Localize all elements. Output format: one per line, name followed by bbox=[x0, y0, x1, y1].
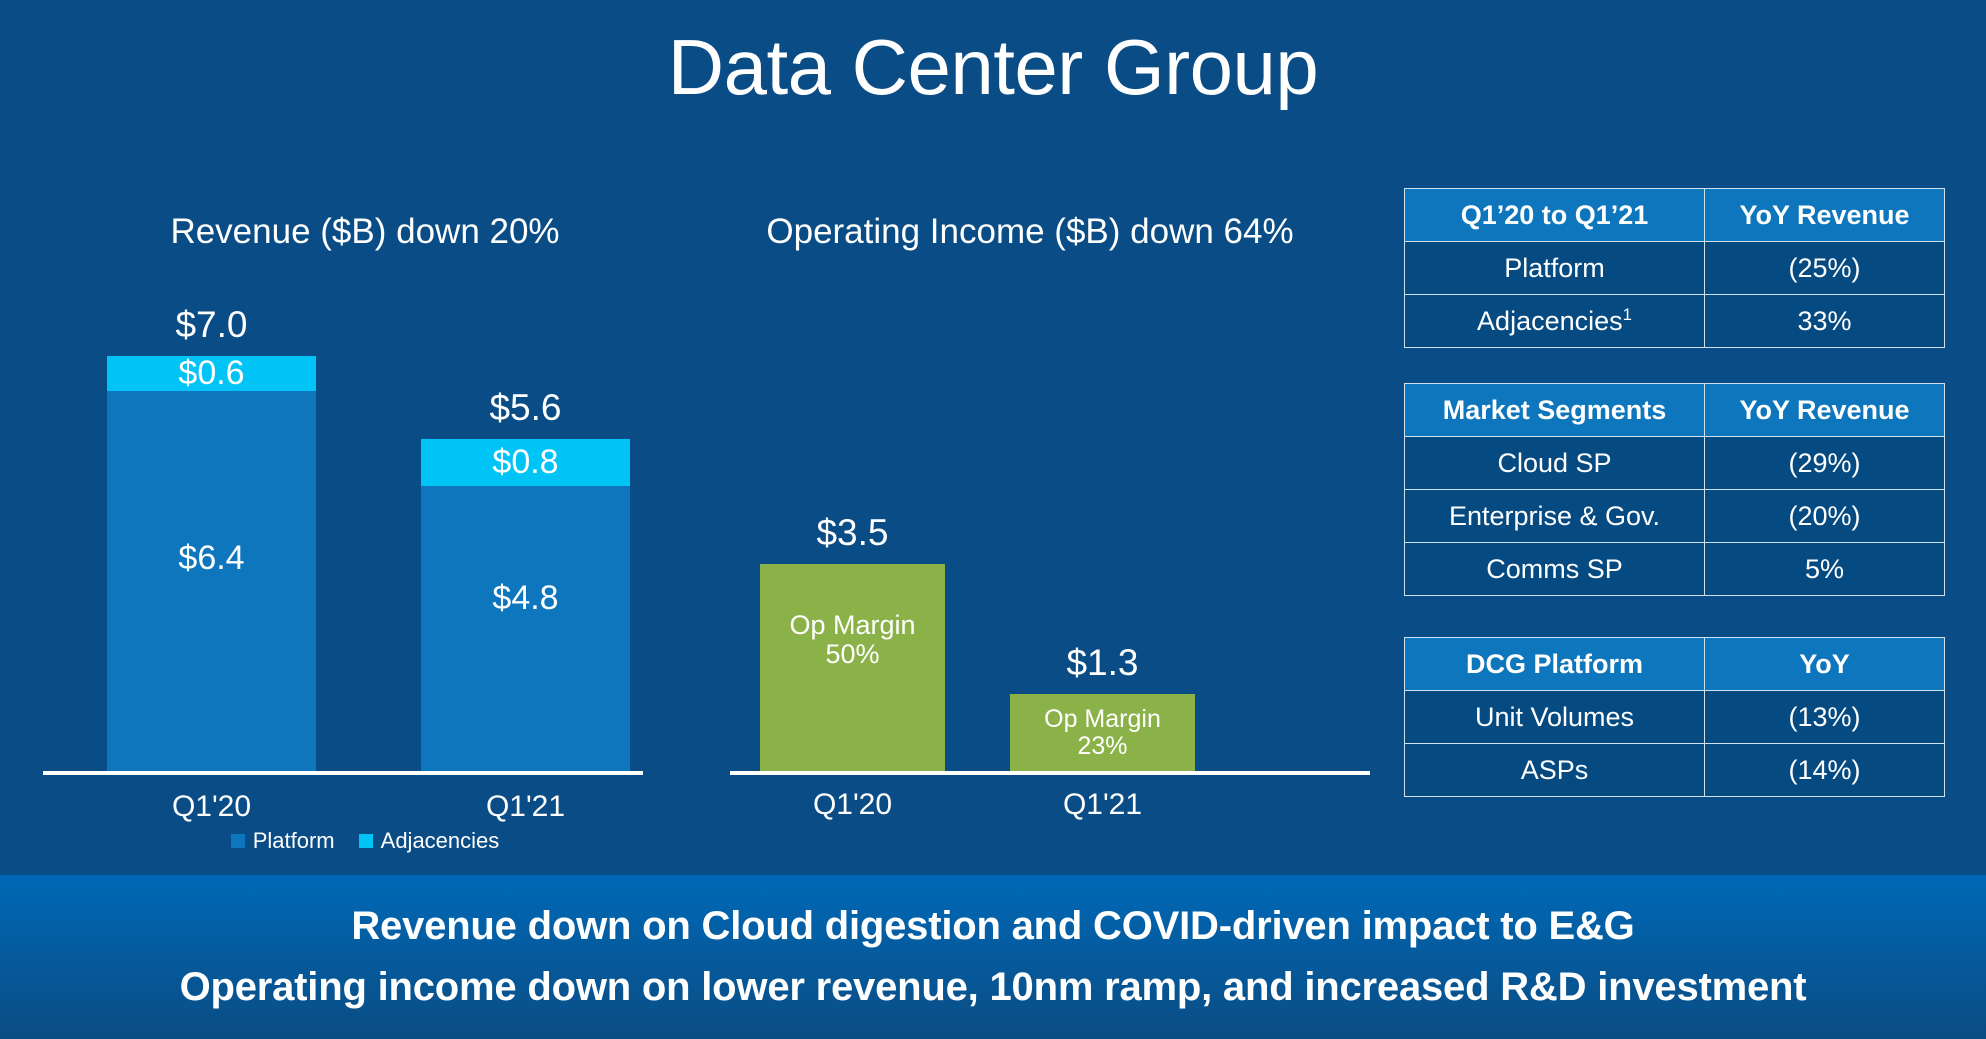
table-row: Cloud SP (29%) bbox=[1404, 436, 1945, 490]
table-cell-value: (13%) bbox=[1704, 690, 1945, 744]
table-dcg-platform: DCG Platform YoY Unit Volumes (13%) ASPs… bbox=[1404, 637, 1945, 797]
operating-income-plot-area: $3.5 Op Margin 50% $1.3 Op Margin 23% bbox=[700, 270, 1370, 775]
table-header-cell: DCG Platform bbox=[1404, 637, 1705, 691]
revenue-x-axis bbox=[43, 771, 643, 775]
operating-income-category-q1-21: Q1'21 bbox=[1062, 788, 1143, 821]
legend-swatch-adjacencies-icon bbox=[358, 834, 373, 848]
table-header-cell: YoY Revenue bbox=[1704, 188, 1945, 242]
banner-line-2: Operating income down on lower revenue, … bbox=[179, 965, 1807, 1009]
table-header-row: Q1’20 to Q1’21 YoY Revenue bbox=[1404, 188, 1945, 242]
revenue-category-q1-21: Q1'21 bbox=[485, 790, 566, 823]
page-title: Data Center Group bbox=[667, 23, 1319, 111]
revenue-seg-platform-q1-21-label: $4.8 bbox=[492, 578, 559, 617]
operating-income-seg-q1-20[interactable]: Op Margin 50% bbox=[760, 564, 945, 771]
table-cell-value: (29%) bbox=[1704, 436, 1945, 490]
legend-label-platform: Platform bbox=[252, 828, 335, 853]
table-header-cell: Market Segments bbox=[1404, 383, 1705, 437]
legend-item-platform[interactable]: Platform bbox=[230, 828, 335, 854]
revenue-seg-adjacencies-q1-21-label: $0.8 bbox=[492, 442, 559, 481]
legend-item-adjacencies[interactable]: Adjacencies bbox=[358, 828, 500, 854]
table-row: Adjacencies1 33% bbox=[1404, 294, 1945, 348]
operating-income-chart-title: Operating Income ($B) down 64% bbox=[766, 212, 1294, 251]
table-cell-label: Enterprise & Gov. bbox=[1404, 489, 1705, 543]
revenue-legend: Platform Adjacencies bbox=[35, 828, 695, 854]
table-row: Platform (25%) bbox=[1404, 241, 1945, 295]
operating-income-q1-20-margin-value: 50% bbox=[825, 638, 880, 669]
table-header-cell: YoY bbox=[1704, 637, 1945, 691]
table-cell-value: (14%) bbox=[1704, 743, 1945, 797]
revenue-seg-adjacencies-q1-20-label: $0.6 bbox=[178, 353, 245, 392]
table-header-cell: YoY Revenue bbox=[1704, 383, 1945, 437]
operating-income-bar-q1-20-total: $3.5 bbox=[816, 512, 889, 553]
table-cell-label: Unit Volumes bbox=[1404, 690, 1705, 744]
table-cell-value: 5% bbox=[1704, 542, 1945, 596]
operating-income-q1-21-margin-label: Op Margin bbox=[1044, 705, 1161, 734]
operating-income-bar-q1-20[interactable]: $3.5 Op Margin 50% bbox=[760, 512, 945, 771]
legend-label-adjacencies: Adjacencies bbox=[380, 828, 500, 853]
table-row: Enterprise & Gov. (20%) bbox=[1404, 489, 1945, 543]
table-row: Comms SP 5% bbox=[1404, 542, 1945, 596]
table-cell-label: Cloud SP bbox=[1404, 436, 1705, 490]
table-row: Unit Volumes (13%) bbox=[1404, 690, 1945, 744]
table-cell-label: ASPs bbox=[1404, 743, 1705, 797]
revenue-category-q1-20: Q1'20 bbox=[171, 790, 252, 823]
revenue-seg-adjacencies-q1-20[interactable]: $0.6 bbox=[107, 353, 316, 392]
revenue-chart: Revenue ($B) down 20% $7.0 $0.6 $6.4 $5.… bbox=[35, 190, 695, 870]
table-row: ASPs (14%) bbox=[1404, 743, 1945, 797]
revenue-bar-q1-21-total: $5.6 bbox=[489, 387, 562, 428]
revenue-seg-platform-q1-20[interactable]: $6.4 bbox=[107, 391, 316, 771]
table-cell-label: Platform bbox=[1404, 241, 1705, 295]
table-cell-label-text: Adjacencies bbox=[1477, 306, 1623, 336]
operating-income-seg-q1-21[interactable]: Op Margin 23% bbox=[1010, 694, 1195, 771]
operating-income-x-axis bbox=[730, 771, 1370, 775]
table-cell-value: 33% bbox=[1704, 294, 1945, 348]
operating-income-q1-21-margin-value: 23% bbox=[1077, 731, 1128, 760]
revenue-bar-q1-21[interactable]: $5.6 $0.8 $4.8 bbox=[421, 387, 630, 771]
table-header-cell: Q1’20 to Q1’21 bbox=[1404, 188, 1705, 242]
operating-income-chart: Operating Income ($B) down 64% $3.5 Op M… bbox=[700, 190, 1370, 870]
revenue-bar-q1-20-total: $7.0 bbox=[175, 304, 248, 345]
revenue-seg-platform-q1-21[interactable]: $4.8 bbox=[421, 486, 630, 771]
banner-line-1: Revenue down on Cloud digestion and COVI… bbox=[351, 904, 1635, 948]
table-cell-value: (20%) bbox=[1704, 489, 1945, 543]
revenue-chart-title: Revenue ($B) down 20% bbox=[170, 212, 560, 251]
table-cell-value: (25%) bbox=[1704, 241, 1945, 295]
table-header-row: Market Segments YoY Revenue bbox=[1404, 383, 1945, 437]
operating-income-bar-q1-21-total: $1.3 bbox=[1066, 642, 1139, 683]
table-cell-label: Adjacencies1 bbox=[1404, 294, 1705, 348]
operating-income-bar-q1-21[interactable]: $1.3 Op Margin 23% bbox=[1010, 642, 1195, 771]
table-yoy-revenue: Q1’20 to Q1’21 YoY Revenue Platform (25%… bbox=[1404, 188, 1945, 348]
footnote-marker: 1 bbox=[1622, 305, 1632, 324]
bottom-banner: Revenue down on Cloud digestion and COVI… bbox=[0, 875, 1986, 1039]
revenue-seg-platform-q1-20-label: $6.4 bbox=[178, 539, 245, 578]
table-cell-label: Comms SP bbox=[1404, 542, 1705, 596]
operating-income-q1-20-margin-label: Op Margin bbox=[789, 610, 916, 641]
legend-swatch-platform-icon bbox=[230, 834, 245, 848]
operating-income-category-q1-20: Q1'20 bbox=[812, 788, 893, 821]
revenue-seg-adjacencies-q1-21[interactable]: $0.8 bbox=[421, 439, 630, 486]
revenue-plot-area: $7.0 $0.6 $6.4 $5.6 $0.8 $4.8 bbox=[35, 270, 695, 775]
revenue-bar-q1-20[interactable]: $7.0 $0.6 $6.4 bbox=[107, 304, 316, 771]
table-market-segments: Market Segments YoY Revenue Cloud SP (29… bbox=[1404, 383, 1945, 596]
table-header-row: DCG Platform YoY bbox=[1404, 637, 1945, 691]
